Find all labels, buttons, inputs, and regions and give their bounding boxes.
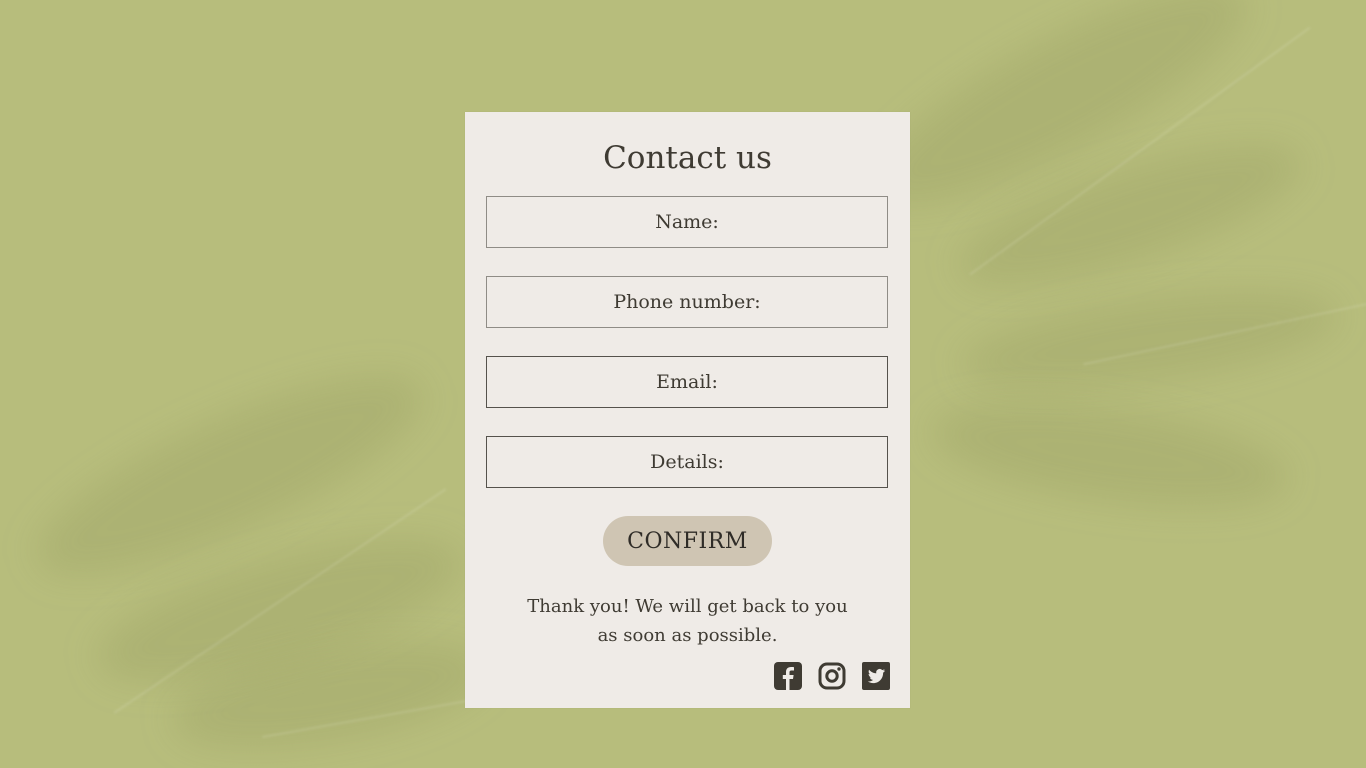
confirm-button[interactable]: CONFIRM (603, 516, 772, 566)
phone-number-field[interactable]: Phone number: (486, 276, 888, 328)
social-links (774, 662, 890, 690)
name-field[interactable]: Name: (486, 196, 888, 248)
twitter-icon[interactable] (862, 662, 890, 690)
confirmation-message: Thank you! We will get back to you as so… (527, 596, 848, 646)
name-field-label: Name: (655, 211, 719, 233)
phone-number-field-label: Phone number: (613, 291, 761, 313)
email-field-label: Email: (656, 371, 718, 393)
email-field[interactable]: Email: (486, 356, 888, 408)
page-title: Contact us (603, 140, 772, 176)
details-field-label: Details: (650, 451, 724, 473)
contact-card: Contact us Name: Phone number: Email: De… (465, 112, 910, 708)
facebook-icon[interactable] (774, 662, 802, 690)
details-field[interactable]: Details: (486, 436, 888, 488)
instagram-icon[interactable] (818, 662, 846, 690)
